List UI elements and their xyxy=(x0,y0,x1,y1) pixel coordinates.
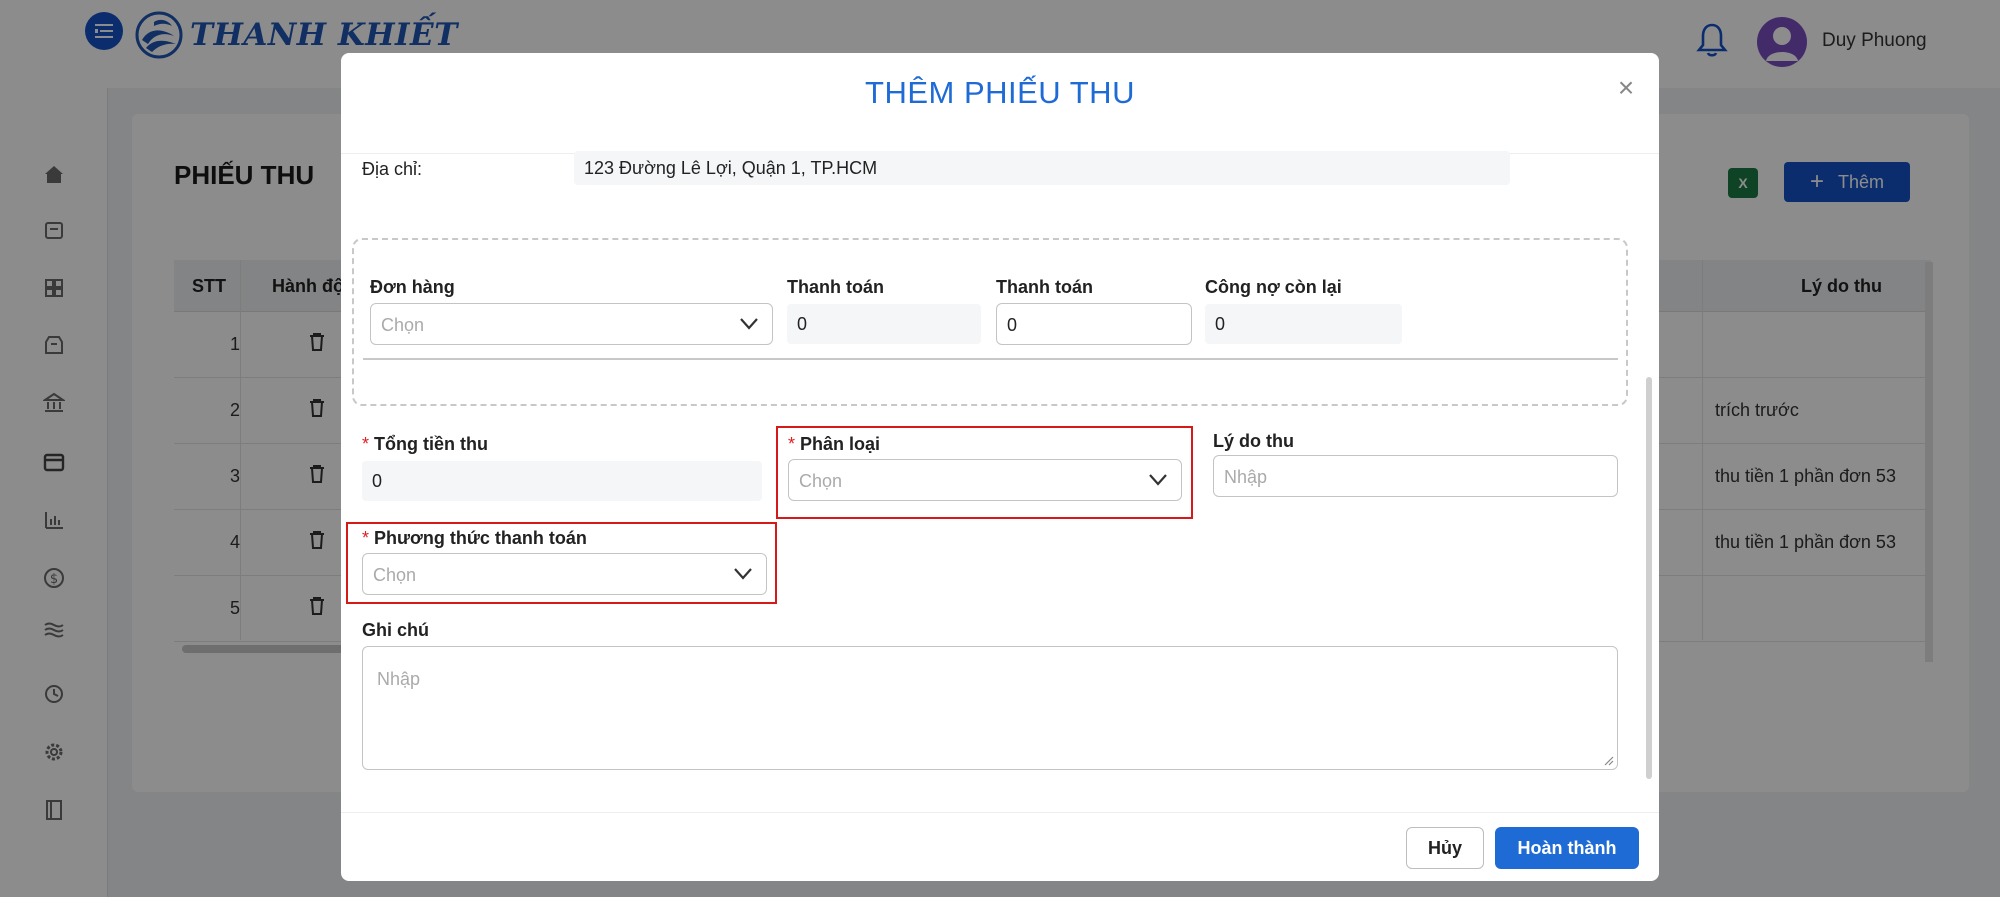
category-label-text: Phân loại xyxy=(800,434,881,454)
reason-input-placeholder: Nhập xyxy=(1224,467,1268,487)
address-label: Địa chỉ: xyxy=(362,159,423,179)
note-textarea-placeholder: Nhập xyxy=(377,669,421,689)
remaining-debt-label: Công nợ còn lại xyxy=(1205,277,1342,297)
order-label: Đơn hàng xyxy=(370,277,455,297)
modal-footer-divider xyxy=(341,812,1659,813)
required-mark: * xyxy=(362,434,370,454)
required-mark: * xyxy=(362,528,370,548)
reason-input[interactable]: Nhập xyxy=(1213,455,1618,497)
chevron-down-icon xyxy=(734,568,752,580)
order-row-divider xyxy=(363,358,1618,360)
category-select-placeholder: Chọn xyxy=(799,471,843,491)
required-mark: * xyxy=(788,434,796,454)
total-label-text: Tổng tiền thu xyxy=(374,434,488,454)
payment-label-1: Thanh toán xyxy=(787,277,884,297)
payment-method-label-text: Phương thức thanh toán xyxy=(374,528,587,548)
total-label: * Tổng tiền thu xyxy=(362,434,488,455)
submit-button[interactable]: Hoàn thành xyxy=(1495,827,1639,869)
category-select[interactable]: Chọn xyxy=(788,459,1182,501)
reason-label: Lý do thu xyxy=(1213,431,1294,451)
note-label: Ghi chú xyxy=(362,620,429,640)
payment-method-select-placeholder: Chọn xyxy=(373,565,417,585)
add-receipt-modal: THÊM PHIẾU THU × Địa chỉ: 123 Đường Lê L… xyxy=(341,53,1659,881)
order-select[interactable]: Chọn xyxy=(370,303,773,345)
payment-value-1: 0 xyxy=(787,304,981,344)
resize-handle-icon[interactable] xyxy=(1604,756,1614,766)
payment-method-select[interactable]: Chọn xyxy=(362,553,767,595)
address-value: 123 Đường Lê Lợi, Quận 1, TP.HCM xyxy=(574,151,1510,185)
chevron-down-icon xyxy=(740,318,758,330)
payment-input-2[interactable]: 0 xyxy=(996,303,1192,345)
category-label: * Phân loại xyxy=(788,434,880,455)
payment-label-2: Thanh toán xyxy=(996,277,1093,297)
modal-title: THÊM PHIẾU THU xyxy=(865,75,1135,110)
note-textarea[interactable]: Nhập xyxy=(362,646,1618,770)
modal-scrollbar[interactable] xyxy=(1646,377,1652,779)
order-select-placeholder: Chọn xyxy=(381,315,425,335)
total-value: 0 xyxy=(362,461,762,501)
close-icon[interactable]: × xyxy=(1611,72,1641,103)
cancel-button[interactable]: Hủy xyxy=(1406,827,1484,869)
chevron-down-icon xyxy=(1149,474,1167,486)
remaining-debt-value: 0 xyxy=(1205,304,1402,344)
payment-method-label: * Phương thức thanh toán xyxy=(362,528,587,549)
